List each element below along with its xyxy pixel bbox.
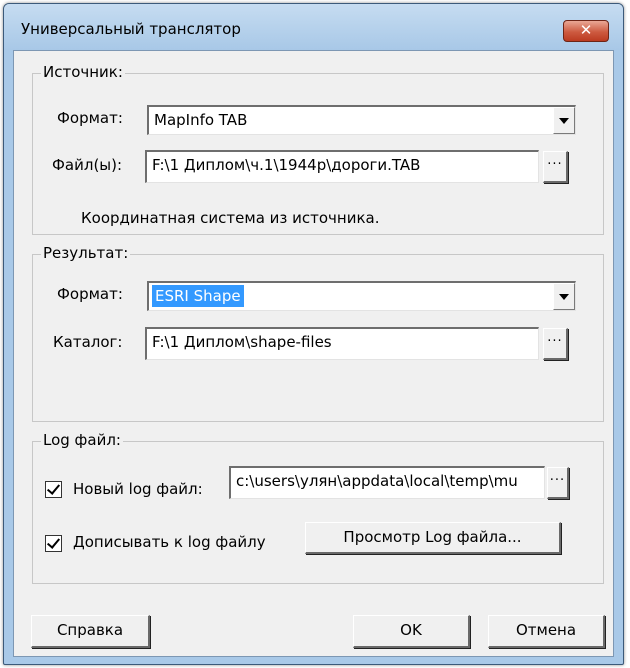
result-catalog-input[interactable]: F:\1 Диплом\shape-files <box>145 327 539 360</box>
new-log-label: Новый log файл: <box>73 480 203 498</box>
source-browse-button[interactable]: ... <box>543 151 568 183</box>
append-log-checkbox[interactable] <box>45 535 62 552</box>
window-title: Универсальный транслятор <box>21 20 241 38</box>
dialog-body: Источник: Формат: MapInfo TAB Файл(ы): F… <box>13 50 614 657</box>
source-format-select[interactable]: MapInfo TAB <box>147 105 576 135</box>
title-bar[interactable]: Универсальный транслятор ✕ <box>4 4 623 50</box>
source-legend: Источник: <box>41 63 125 81</box>
result-catalog-label: Каталог: <box>53 333 123 351</box>
checkmark-icon <box>46 535 61 549</box>
ok-button[interactable]: OK <box>353 615 470 648</box>
result-format-select[interactable]: ESRI Shape <box>147 281 576 311</box>
new-log-path-value: c:\users\улян\appdata\local\temp\mu <box>236 472 518 490</box>
source-coord-note: Координатная система из источника. <box>81 209 380 227</box>
append-log-label: Дописывать к log файлу <box>73 533 266 551</box>
result-format-label: Формат: <box>57 285 123 303</box>
close-button[interactable]: ✕ <box>563 20 609 42</box>
close-icon: ✕ <box>579 21 593 39</box>
view-log-button[interactable]: Просмотр Log файла... <box>305 522 561 554</box>
new-log-path-input[interactable]: c:\users\улян\appdata\local\temp\mu <box>229 466 545 499</box>
translator-dialog: Универсальный транслятор ✕ Источник: Фор… <box>3 3 624 665</box>
result-format-dropdown-button[interactable] <box>553 283 575 310</box>
help-button[interactable]: Справка <box>31 615 150 648</box>
chevron-down-icon <box>559 118 569 124</box>
source-files-label: Файл(ы): <box>52 156 123 174</box>
log-legend: Log файл: <box>41 431 123 449</box>
source-files-value: F:\1 Диплом\ч.1\1944р\дороги.TAB <box>152 156 421 174</box>
result-format-value: ESRI Shape <box>152 285 244 307</box>
source-format-dropdown-button[interactable] <box>553 107 575 134</box>
source-files-input[interactable]: F:\1 Диплом\ч.1\1944р\дороги.TAB <box>145 150 539 183</box>
cancel-button[interactable]: Отмена <box>488 615 605 648</box>
source-format-label: Формат: <box>57 109 123 127</box>
result-catalog-value: F:\1 Диплом\shape-files <box>152 333 332 351</box>
checkmark-icon <box>46 481 61 495</box>
new-log-checkbox[interactable] <box>45 481 62 498</box>
source-format-value: MapInfo TAB <box>154 111 248 129</box>
source-group: Источник: Формат: MapInfo TAB Файл(ы): F… <box>32 63 604 235</box>
log-browse-button[interactable]: ... <box>547 467 569 499</box>
chevron-down-icon <box>559 294 569 300</box>
log-group: Log файл: Новый log файл: c:\users\улян\… <box>32 431 604 584</box>
result-group: Результат: Формат: ESRI Shape Каталог: F… <box>32 244 604 422</box>
result-browse-button[interactable]: ... <box>543 328 568 360</box>
result-legend: Результат: <box>41 244 131 262</box>
